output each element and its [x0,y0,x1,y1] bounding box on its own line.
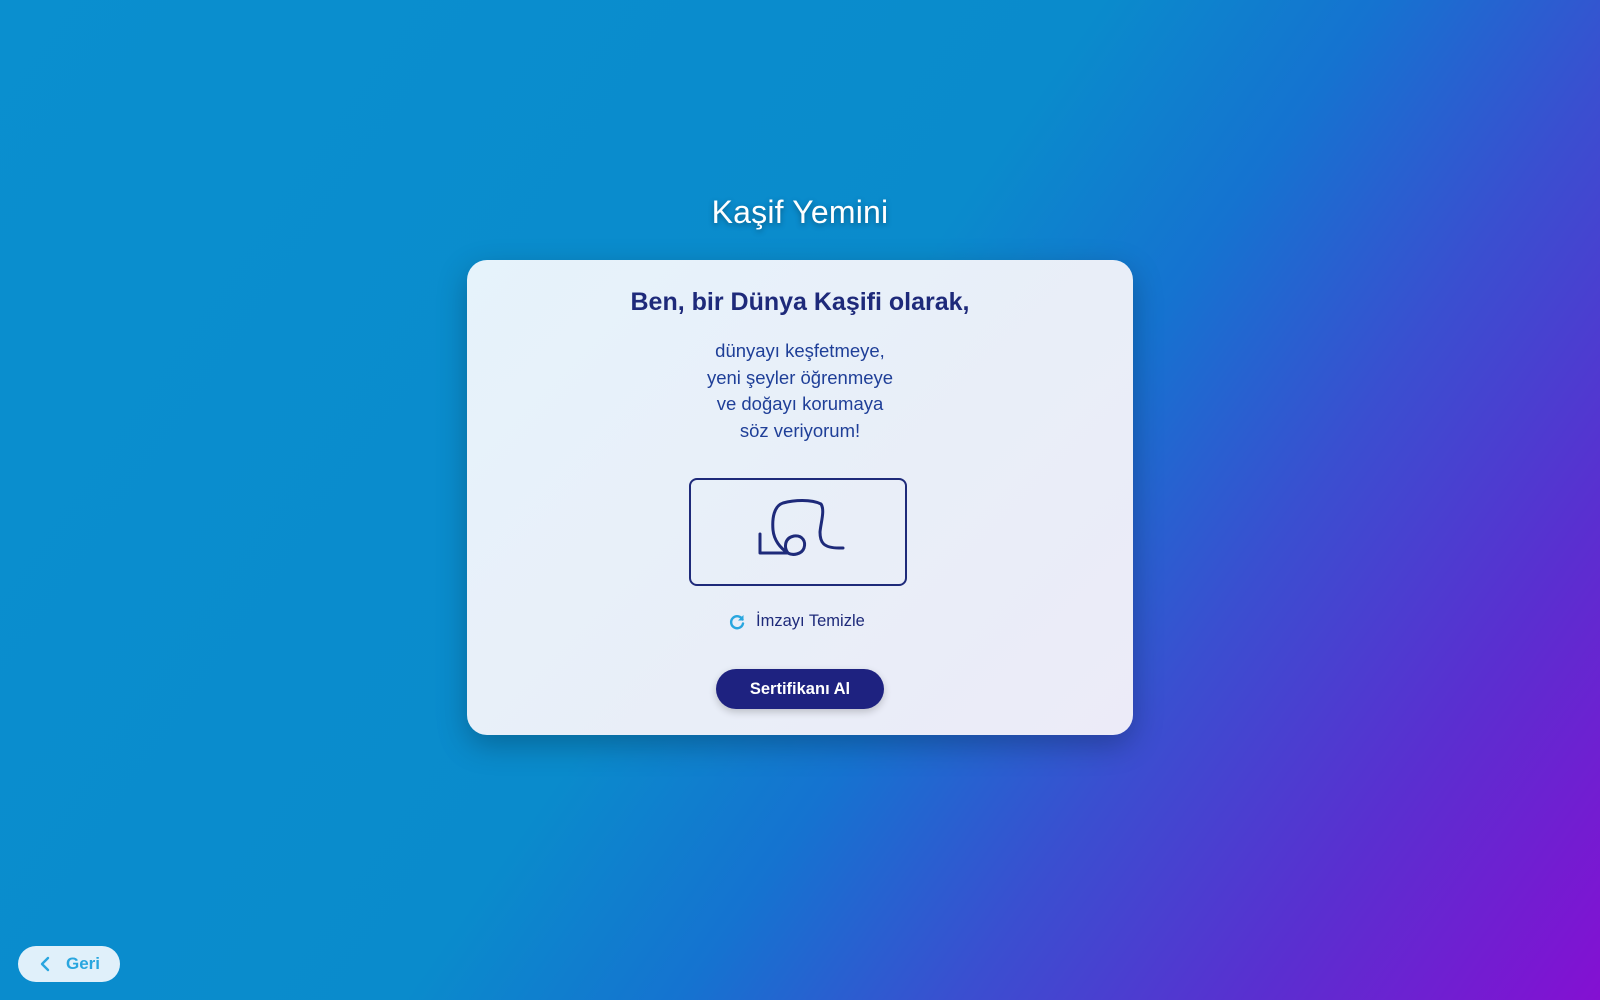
chevron-left-icon [38,956,52,972]
clear-signature-button[interactable]: İmzayı Temizle [728,612,865,631]
oath-card: Ben, bir Dünya Kaşifi olarak, dünyayı ke… [467,260,1133,735]
page-title: Kaşif Yemini [711,194,889,230]
signature-drawing [758,499,845,556]
back-button[interactable]: Geri [18,946,120,982]
signature-pad[interactable] [689,478,907,586]
oath-line: yeni şeyler öğrenmeye [706,366,894,388]
clear-signature-label: İmzayı Temizle [756,612,865,630]
oath-heading: Ben, bir Dünya Kaşifi olarak, [630,288,970,316]
oath-text: dünyayı keşfetmeye, yeni şeyler öğrenmey… [467,338,1133,444]
oath-line: dünyayı keşfetmeye, [715,340,885,361]
get-certificate-button[interactable]: Sertifikanı Al [716,669,884,709]
oath-line: söz veriyorum! [739,419,861,441]
back-label: Geri [66,954,101,973]
oath-line: ve doğayı korumaya [716,393,884,414]
refresh-icon [728,613,746,631]
